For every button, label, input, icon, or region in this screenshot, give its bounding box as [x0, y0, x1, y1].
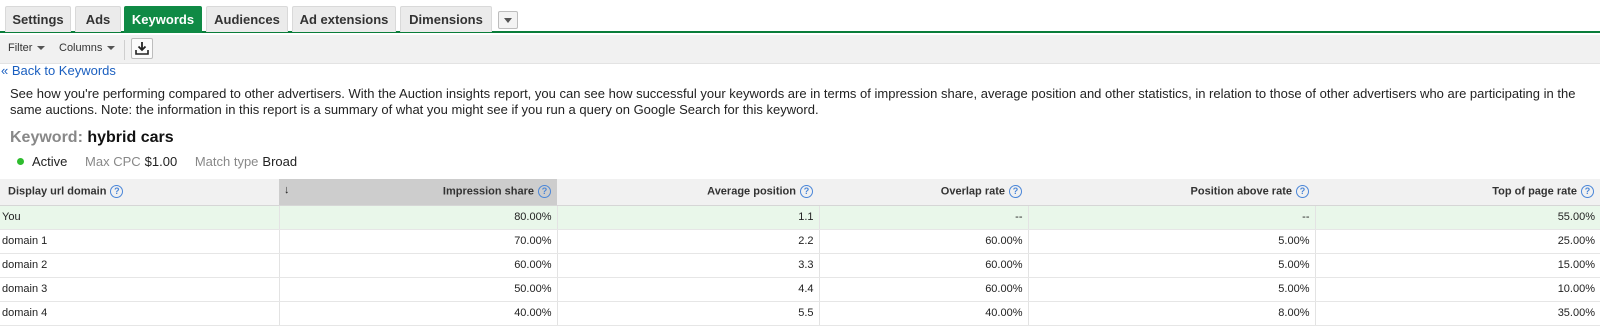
report-description: See how you're performing compared to ot… [10, 86, 1576, 117]
toolbar-divider [124, 40, 125, 60]
help-icon[interactable]: ? [538, 185, 551, 199]
table-cell: -- [1027, 205, 1315, 230]
table-cell: 60.00% [818, 277, 1028, 302]
match-type-value: Broad [262, 154, 298, 169]
table-cell: 15.00% [1314, 253, 1600, 278]
download-icon [135, 42, 149, 55]
help-icon[interactable]: ? [800, 185, 813, 199]
caret-down-icon [107, 46, 116, 51]
columns-label: Columns [59, 42, 103, 54]
table-cell: domain 2 [0, 253, 279, 278]
tab-keywords[interactable]: Keywords [124, 6, 202, 33]
column-header-label: Average position [707, 185, 796, 198]
keyword-meta: Active Max CPC $1.00 Match type Broad [17, 154, 297, 169]
back-to-keywords-link[interactable]: « Back to Keywords [1, 63, 116, 78]
help-icon[interactable]: ? [110, 185, 124, 199]
table-row: domain 1 70.00% 2.2 60.00% 5.00% 25.00% [0, 229, 1600, 254]
keyword-heading: Keyword: hybrid cars [10, 129, 174, 147]
table-cell: 1.1 [556, 205, 819, 230]
toolbar: Filter Columns [0, 35, 1600, 64]
table-cell: 2.2 [556, 229, 819, 254]
sort-descending-icon: ↓ [284, 184, 290, 196]
tab-ads[interactable]: Ads [75, 6, 121, 32]
table-cell: You [0, 205, 279, 230]
table-cell: 4.4 [556, 277, 819, 302]
help-icon[interactable]: ? [1009, 185, 1022, 199]
caret-down-icon [37, 46, 46, 51]
table-cell: 50.00% [278, 277, 557, 302]
table-cell: 80.00% [278, 205, 557, 230]
table-cell: 5.5 [556, 301, 819, 326]
filter-dropdown[interactable]: Filter [8, 42, 46, 54]
table-cell: domain 3 [0, 277, 279, 302]
column-header-label: Position above rate [1190, 185, 1292, 198]
tab-ad-extensions[interactable]: Ad extensions [292, 6, 396, 32]
download-button[interactable] [131, 38, 153, 59]
tab-bar: Settings Ads Keywords Audiences Ad exten… [0, 0, 1600, 33]
help-icon[interactable]: ? [1581, 185, 1594, 199]
tab-dimensions[interactable]: Dimensions [400, 6, 492, 32]
filter-label: Filter [8, 42, 33, 54]
table-cell: 8.00% [1027, 301, 1315, 326]
column-header-label: Display url domain [8, 185, 107, 198]
table-cell: 35.00% [1314, 301, 1600, 326]
match-type-label: Match type [194, 154, 259, 169]
column-header-impression-share[interactable]: ↓ Impression share? [279, 179, 557, 206]
column-header-label: Top of page rate [1492, 185, 1577, 198]
column-header-display-url-domain[interactable]: Display url domain? [0, 179, 279, 206]
table-cell: 40.00% [278, 301, 557, 326]
column-header-average-position[interactable]: Average position? [557, 179, 819, 206]
table-cell: 70.00% [278, 229, 557, 254]
table-cell: 40.00% [818, 301, 1028, 326]
table-cell: 25.00% [1314, 229, 1600, 254]
columns-dropdown[interactable]: Columns [59, 42, 116, 54]
column-header-overlap-rate[interactable]: Overlap rate? [819, 179, 1028, 206]
max-cpc-label: Max CPC [85, 154, 141, 169]
table-cell: 10.00% [1314, 277, 1600, 302]
status-dot-icon [17, 158, 24, 165]
tab-audiences[interactable]: Audiences [206, 6, 288, 32]
table-cell: -- [818, 205, 1028, 230]
table-cell: domain 4 [0, 301, 279, 326]
table-header-row: Display url domain? ↓ Impression share? A… [0, 179, 1600, 206]
table-cell: 60.00% [818, 253, 1028, 278]
keyword-value: hybrid cars [87, 129, 174, 146]
help-icon[interactable]: ? [1296, 185, 1309, 199]
table-cell: 55.00% [1314, 205, 1600, 230]
table-cell: 5.00% [1027, 277, 1315, 302]
table-cell: 5.00% [1027, 229, 1315, 254]
column-header-label: Overlap rate [940, 185, 1005, 198]
max-cpc-value: $1.00 [144, 154, 178, 169]
table-row: domain 4 40.00% 5.5 40.00% 8.00% 35.00% [0, 301, 1600, 326]
table-cell: 60.00% [818, 229, 1028, 254]
keyword-label: Keyword: [10, 129, 83, 146]
table-row: domain 3 50.00% 4.4 60.00% 5.00% 10.00% [0, 277, 1600, 302]
tab-settings[interactable]: Settings [5, 6, 71, 32]
column-header-top-of-page-rate[interactable]: Top of page rate? [1315, 179, 1600, 206]
auction-insights-table: Display url domain? ↓ Impression share? A… [0, 179, 1600, 326]
table-cell: 3.3 [556, 253, 819, 278]
table-cell: domain 1 [0, 229, 279, 254]
more-tabs-button[interactable] [498, 11, 518, 29]
table-row-you: You 80.00% 1.1 -- -- 55.00% [0, 205, 1600, 230]
status-text: Active [32, 154, 68, 169]
table-row: domain 2 60.00% 3.3 60.00% 5.00% 15.00% [0, 253, 1600, 278]
table-cell: 5.00% [1027, 253, 1315, 278]
column-header-label: Impression share [442, 185, 534, 198]
table-cell: 60.00% [278, 253, 557, 278]
chevron-down-icon [504, 18, 512, 23]
column-header-position-above-rate[interactable]: Position above rate? [1028, 179, 1315, 206]
